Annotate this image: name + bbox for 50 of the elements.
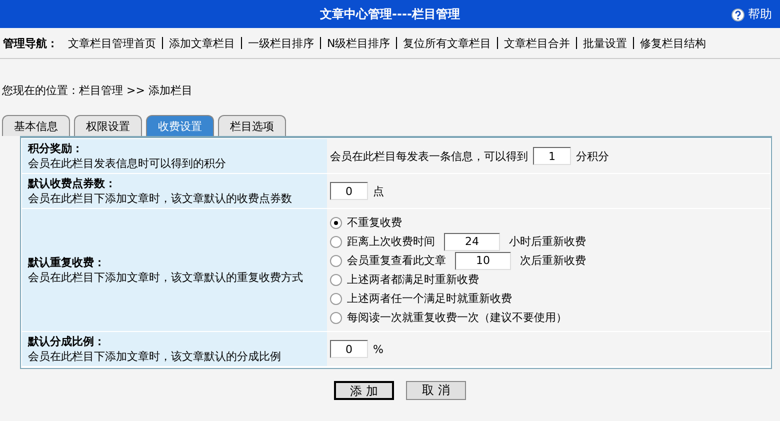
radio-button[interactable] <box>330 216 342 228</box>
nav-link[interactable]: 一级栏目排序 <box>248 36 314 50</box>
radio-button[interactable] <box>330 274 342 286</box>
unit-label: 小时后重新收费 <box>509 234 586 249</box>
nav-link[interactable]: 复位所有文章栏目 <box>403 36 492 50</box>
nav-link[interactable]: 批量设置 <box>583 36 628 50</box>
tab[interactable]: 栏目选项 <box>218 115 286 136</box>
nav-link[interactable]: 添加文章栏目 <box>169 36 235 50</box>
input-field[interactable]: 0 <box>330 340 368 358</box>
unit-label: 分积分 <box>576 148 609 164</box>
nav-label: 管理导航： <box>3 36 58 50</box>
option-label: 每阅读一次就重复收费一次（建议不要使用） <box>347 310 567 325</box>
unit-label: 点 <box>373 184 384 198</box>
nav-link[interactable]: 修复栏目结构 <box>640 36 706 50</box>
option-label: 不重复收费 <box>347 215 402 230</box>
field-title: 默认分成比例： <box>28 334 106 349</box>
form-button[interactable]: 添 加 <box>334 381 394 400</box>
input-field[interactable]: 24 <box>444 232 500 250</box>
radio-button[interactable] <box>330 254 342 266</box>
option-label: 距离上次收费时间 <box>347 234 435 249</box>
field-description: 会员在此栏目发表信息时可以得到的积分 <box>28 156 227 171</box>
tab[interactable]: 收费设置 <box>146 115 214 136</box>
field-title: 默认重复收费： <box>28 255 106 270</box>
nav-link[interactable]: 文章栏目管理首页 <box>68 36 156 50</box>
option-label: 上述两者都满足时重新收费 <box>347 272 479 287</box>
form-button[interactable]: 取 消 <box>406 381 466 400</box>
nav-link[interactable]: N级栏目排序 <box>327 36 390 50</box>
tab[interactable]: 权限设置 <box>74 115 142 136</box>
input-field[interactable]: 1 <box>533 147 571 165</box>
option-label: 会员重复查看此文章 <box>347 253 446 268</box>
field-text: 会员在此栏目每发表一条信息，可以得到 <box>330 148 528 164</box>
unit-label: 次后重新收费 <box>520 253 586 268</box>
field-description: 会员在此栏目下添加文章时，该文章默认的分成比例 <box>28 349 282 364</box>
unit-label: % <box>373 342 384 356</box>
help-icon <box>731 8 745 22</box>
input-field[interactable]: 0 <box>330 182 368 200</box>
field-description: 会员在此栏目下添加文章时，该文章默认的收费点券数 <box>28 191 293 206</box>
breadcrumb: 您现在的位置：栏目管理 >> 添加栏目 <box>1 83 194 99</box>
option-label: 上述两者任一个满足时就重新收费 <box>347 291 512 306</box>
nav-link[interactable]: 文章栏目合并 <box>504 36 570 50</box>
radio-button[interactable] <box>330 312 342 324</box>
radio-button[interactable] <box>330 292 342 304</box>
field-title: 积分奖励： <box>28 141 84 156</box>
field-title: 默认收费点券数： <box>28 176 117 191</box>
tab[interactable]: 基本信息 <box>2 115 70 136</box>
page-title: 文章中心管理----栏目管理 <box>320 6 460 22</box>
field-description: 会员在此栏目下添加文章时，该文章默认的重复收费方式 <box>28 270 304 285</box>
radio-button[interactable] <box>330 236 342 248</box>
help-link[interactable]: 帮助 <box>731 6 772 23</box>
input-field[interactable]: 10 <box>455 252 511 270</box>
